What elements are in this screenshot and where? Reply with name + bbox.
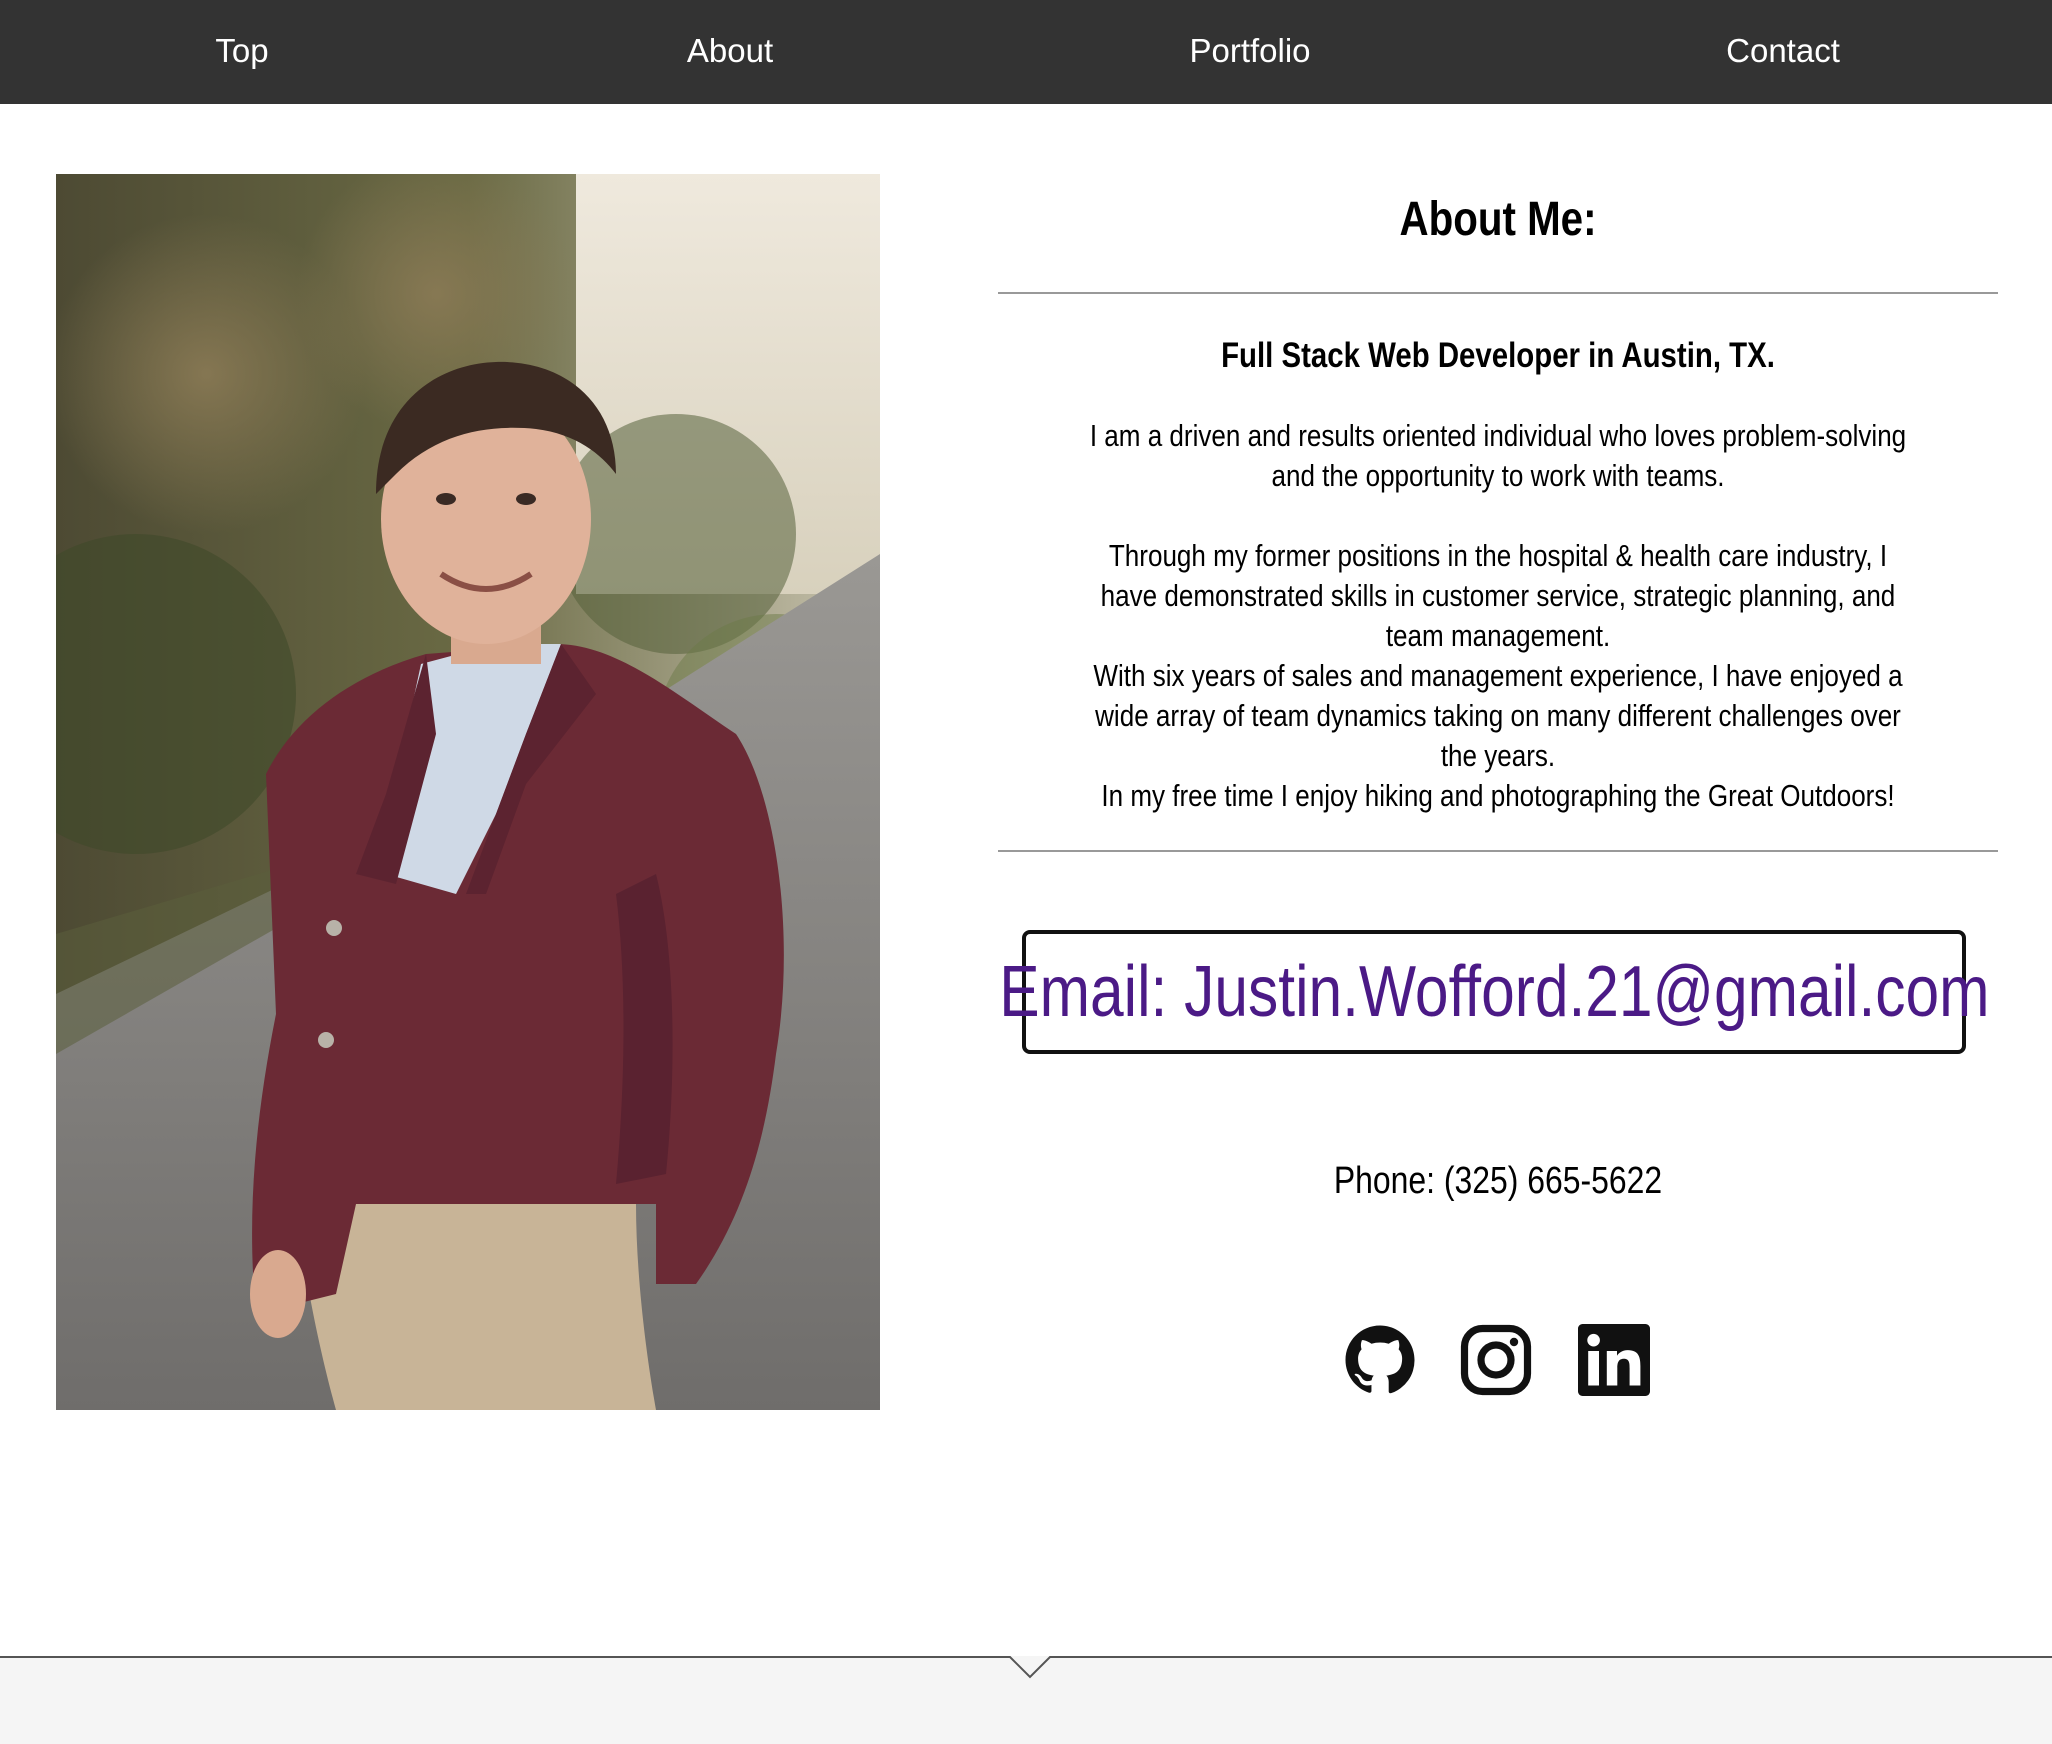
social-links <box>998 1324 1998 1400</box>
nav-link-contact[interactable]: Contact <box>1726 0 1840 104</box>
email-text: Email: Justin.Wofford.21@gmail.com <box>998 952 1990 1032</box>
about-paragraph: In my free time I enjoy hiking and photo… <box>1101 778 1895 813</box>
divider-top <box>998 292 1998 294</box>
about-title: About Me: <box>1399 193 1597 246</box>
profile-photo <box>56 174 880 1410</box>
section-divider-arrow <box>0 1656 2052 1679</box>
linkedin-icon[interactable] <box>1578 1324 1650 1396</box>
top-nav: Top About Portfolio Contact <box>0 0 2052 104</box>
divider-bottom <box>998 850 1998 852</box>
about-paragraph: I am a driven and results oriented indiv… <box>1089 418 1907 493</box>
github-icon[interactable] <box>1344 1324 1416 1396</box>
nav-link-portfolio[interactable]: Portfolio <box>1189 0 1310 104</box>
phone-number: Phone: (325) 665-5622 <box>1333 1160 1663 1202</box>
about-paragraph: With six years of sales and management e… <box>1093 658 1903 773</box>
about-paragraph: Through my former positions in the hospi… <box>1100 538 1896 653</box>
nav-link-top[interactable]: Top <box>215 0 268 104</box>
about-subtitle: Full Stack Web Developer in Austin, TX. <box>1221 336 1775 375</box>
instagram-icon[interactable] <box>1460 1324 1532 1396</box>
nav-link-about[interactable]: About <box>687 0 773 104</box>
email-link[interactable]: Email: Justin.Wofford.21@gmail.com <box>999 930 1989 1054</box>
